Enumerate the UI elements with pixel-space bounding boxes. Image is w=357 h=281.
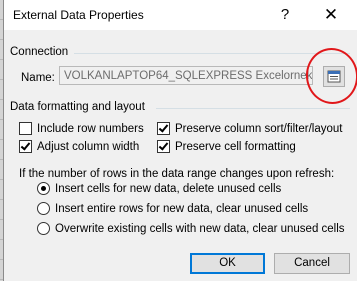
include-row-numbers-label: Include row numbers (37, 122, 144, 135)
adjust-column-width-option[interactable]: Adjust column width (19, 140, 139, 153)
preserve-column-sort-checkbox[interactable] (157, 122, 170, 135)
adjust-column-width-label: Adjust column width (37, 140, 140, 153)
overwrite-radio[interactable] (37, 222, 50, 235)
title-bar: External Data Properties ? ✕ (4, 0, 357, 30)
connection-heading: Connection (10, 46, 69, 58)
adjust-column-width-checkbox[interactable] (19, 140, 32, 153)
formatting-heading: Data formatting and layout (10, 101, 145, 113)
preserve-cell-formatting-checkbox[interactable] (157, 140, 170, 153)
include-row-numbers-option[interactable]: Include row numbers (19, 122, 144, 135)
cancel-button[interactable]: Cancel (274, 253, 350, 274)
preserve-cell-formatting-label: Preserve cell formatting (175, 140, 296, 153)
close-button[interactable]: ✕ (322, 5, 340, 25)
include-row-numbers-checkbox[interactable] (19, 122, 32, 135)
overwrite-label: Overwrite existing cells with new data, … (55, 222, 345, 235)
refresh-option-overwrite[interactable]: Overwrite existing cells with new data, … (37, 222, 345, 235)
dialog-title: External Data Properties (13, 8, 144, 22)
connection-divider (74, 53, 350, 54)
red-annotation-circle (302, 44, 357, 108)
insert-rows-label: Insert entire rows for new data, clear u… (55, 202, 309, 215)
ok-button[interactable]: OK (190, 253, 265, 274)
refresh-option-insert-rows[interactable]: Insert entire rows for new data, clear u… (37, 202, 308, 215)
name-label: Name: (21, 72, 55, 84)
preserve-column-sort-option[interactable]: Preserve column sort/filter/layout (157, 122, 342, 135)
refresh-heading: If the number of rows in the data range … (19, 168, 335, 180)
refresh-option-insert-cells[interactable]: Insert cells for new data, delete unused… (37, 182, 281, 195)
help-button[interactable]: ? (276, 5, 294, 25)
preserve-column-sort-label: Preserve column sort/filter/layout (175, 122, 343, 135)
connection-name-field[interactable]: VOLKANLAPTOP64_SQLEXPRESS Excelornekler … (59, 66, 313, 85)
insert-cells-label: Insert cells for new data, delete unused… (55, 182, 282, 195)
insert-cells-radio[interactable] (37, 182, 50, 195)
preserve-cell-formatting-option[interactable]: Preserve cell formatting (157, 140, 296, 153)
insert-rows-radio[interactable] (37, 202, 50, 215)
formatting-divider (156, 108, 350, 109)
external-data-properties-dialog: External Data Properties ? ✕ Connection … (3, 0, 357, 281)
